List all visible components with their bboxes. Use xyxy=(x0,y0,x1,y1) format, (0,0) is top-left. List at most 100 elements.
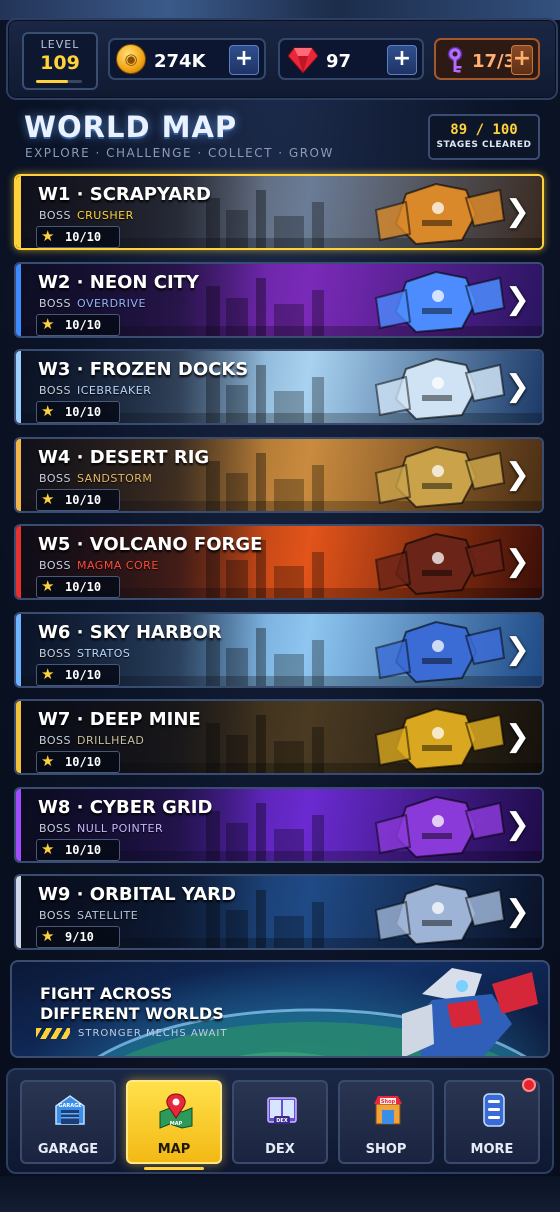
boss-name: ICEBREAKER xyxy=(76,384,152,397)
boss-mech-image xyxy=(374,532,506,596)
star-progress: ★ 10/10 xyxy=(36,838,120,861)
boss-name: CRUSHER xyxy=(76,209,134,222)
tab-shop[interactable]: Shop SHOP xyxy=(338,1080,434,1164)
world-row[interactable]: W7 · DEEP MINE BOSS DRILLHEAD ★ 10/10 ❯ xyxy=(14,699,544,775)
top-resource-bar: LEVEL 109 ◉ 274K + 97 + 17/3 + xyxy=(6,18,558,100)
star-count: 9/10 xyxy=(65,930,94,944)
star-progress: ★ 10/10 xyxy=(36,488,120,511)
chevron-right-icon[interactable]: ❯ xyxy=(505,634,530,664)
bottom-frame xyxy=(0,1176,560,1212)
world-name: W9 · ORBITAL YARD xyxy=(38,884,236,905)
world-accent-bar xyxy=(16,263,21,336)
star-progress: ★ 10/10 xyxy=(36,751,120,773)
tab-more[interactable]: MORE xyxy=(444,1078,540,1164)
chevron-right-icon[interactable]: ❯ xyxy=(505,809,530,839)
gem-value: 97 xyxy=(326,51,352,72)
stages-cleared-count: 89 / 100 xyxy=(450,122,518,138)
star-icon: ★ xyxy=(41,752,55,770)
chevron-right-icon[interactable]: ❯ xyxy=(505,459,530,489)
world-row[interactable]: W3 · FROZEN DOCKS BOSS ICEBREAKER ★ 10/10 ❯ xyxy=(14,349,544,425)
boss-mech-image xyxy=(374,445,506,508)
boss-name: STRATOS xyxy=(76,646,131,660)
world-accent-bar xyxy=(16,176,21,248)
star-progress: ★ 10/10 xyxy=(36,226,120,248)
boss-mech-image xyxy=(374,707,506,771)
world-name: W4 · DESERT RIG xyxy=(38,446,210,468)
world-name: W1 · SCRAPYARD xyxy=(38,184,211,205)
boss-label: BOSS xyxy=(39,559,71,572)
tab-dex-label: DEX xyxy=(265,1142,295,1157)
chevron-right-icon[interactable]: ❯ xyxy=(505,547,530,577)
star-count: 10/10 xyxy=(65,405,102,419)
world-accent-bar xyxy=(16,876,21,948)
level-value: 109 xyxy=(40,52,80,74)
tab-shop-label: SHOP xyxy=(365,1142,407,1157)
chevron-right-icon[interactable]: ❯ xyxy=(505,372,530,402)
star-icon: ★ xyxy=(41,664,55,683)
tab-map[interactable]: MAP MAP xyxy=(126,1080,222,1170)
world-accent-bar xyxy=(16,526,21,598)
boss-label: BOSS xyxy=(39,471,71,485)
chevron-right-icon[interactable]: ❯ xyxy=(505,722,530,752)
star-count: 10/10 xyxy=(65,667,102,682)
star-count: 10/10 xyxy=(65,230,102,244)
chevron-right-icon[interactable]: ❯ xyxy=(505,897,530,927)
star-count: 10/10 xyxy=(65,842,102,857)
boss-mech-image xyxy=(374,620,506,683)
world-boss: BOSS NULL POINTER xyxy=(39,822,163,835)
world-name: W3 · FROZEN DOCKS xyxy=(38,359,249,380)
boss-label: BOSS xyxy=(39,909,71,922)
boss-label: BOSS xyxy=(39,821,71,835)
star-icon: ★ xyxy=(41,314,55,333)
world-row[interactable]: W5 · VOLCANO FORGE BOSS MAGMA CORE ★ 10/10 ❯ xyxy=(14,524,544,600)
world-name: W2 · NEON CITY xyxy=(38,271,199,293)
world-row[interactable]: W9 · ORBITAL YARD BOSS SATELLITE ★ 9/10 ❯ xyxy=(14,874,544,950)
tab-dex[interactable]: DEX DEX xyxy=(232,1080,328,1164)
boss-label: BOSS xyxy=(39,646,71,660)
hazard-stripes xyxy=(36,1028,70,1039)
banner-headline-1: FIGHT ACROSS xyxy=(40,984,173,1003)
star-progress: ★ 9/10 xyxy=(36,926,120,948)
world-boss: BOSS DRILLHEAD xyxy=(39,734,144,747)
coin-icon: ◉ xyxy=(116,44,146,74)
star-icon: ★ xyxy=(41,402,55,420)
tab-garage[interactable]: GARAGE GARAGE xyxy=(20,1080,116,1164)
key-counter: 17/3 + xyxy=(434,38,540,80)
coin-counter: ◉ 274K + xyxy=(108,38,266,80)
level-progress-bar xyxy=(36,80,82,83)
chevron-right-icon[interactable]: ❯ xyxy=(505,197,530,227)
world-row[interactable]: W2 · NEON CITY BOSS OVERDRIVE ★ 10/10 ❯ xyxy=(14,261,544,338)
world-row[interactable]: W4 · DESERT RIG BOSS SANDSTORM ★ 10/10 ❯ xyxy=(14,436,544,513)
star-progress: ★ 10/10 xyxy=(36,401,120,423)
map-pin-icon: MAP xyxy=(159,1093,193,1129)
shop-icon: Shop xyxy=(374,1096,402,1125)
tab-garage-label: GARAGE xyxy=(37,1142,99,1157)
world-name: W6 · SKY HARBOR xyxy=(38,621,222,643)
active-tab-indicator xyxy=(144,1167,204,1170)
world-row[interactable]: W8 · CYBER GRID BOSS NULL POINTER ★ 10/10 ❯ xyxy=(14,786,544,863)
tab-more-label: MORE xyxy=(470,1142,514,1157)
gem-counter: 97 + xyxy=(278,38,424,80)
player-level-box[interactable]: LEVEL 109 xyxy=(22,32,98,90)
world-row[interactable]: W6 · SKY HARBOR BOSS STRATOS ★ 10/10 ❯ xyxy=(14,611,544,688)
boss-mech-image xyxy=(374,795,506,858)
map-icon-text: MAP xyxy=(170,1121,183,1127)
boss-mech-image xyxy=(374,357,506,421)
chevron-right-icon[interactable]: ❯ xyxy=(505,284,530,314)
world-name: W8 · CYBER GRID xyxy=(38,796,213,818)
add-keys-button[interactable]: + xyxy=(511,45,533,75)
star-icon: ★ xyxy=(41,489,55,508)
book-icon: DEX xyxy=(267,1097,297,1124)
world-row[interactable]: W1 · SCRAPYARD BOSS CRUSHER ★ 10/10 ❯ xyxy=(14,174,544,250)
promo-banner[interactable]: FIGHT ACROSS DIFFERENT WORLDS STRONGER M… xyxy=(10,960,550,1058)
world-accent-bar xyxy=(16,701,21,773)
add-coins-button[interactable]: + xyxy=(229,45,259,75)
stages-cleared-box: 89 / 100 STAGES CLEARED xyxy=(428,114,540,160)
star-progress: ★ 10/10 xyxy=(36,663,120,686)
boss-mech-image xyxy=(374,182,506,246)
add-gems-button[interactable]: + xyxy=(387,45,417,75)
star-progress: ★ 10/10 xyxy=(36,313,120,336)
boss-mech-image xyxy=(374,270,506,333)
world-boss: BOSS SATELLITE xyxy=(39,909,138,922)
world-accent-bar xyxy=(16,788,21,861)
